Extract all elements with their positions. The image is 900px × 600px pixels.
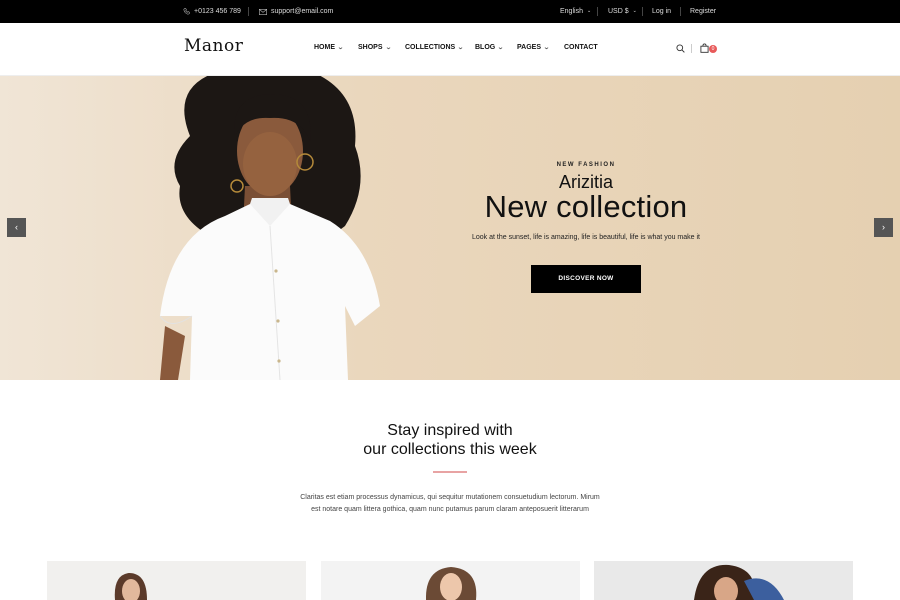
collection-image [321,561,580,600]
search-icon[interactable] [674,42,686,54]
site-logo[interactable]: Manor [184,36,243,56]
login-link[interactable]: Log in [652,0,671,23]
hero-title: New collection [484,189,688,224]
language-label: English [560,8,583,15]
register-link[interactable]: Register [690,0,716,23]
chevron-down-icon: ⌄ [457,45,464,51]
hero-slider: ‹ › NEW FASHION Arizitia New collection … [0,76,900,380]
hero-model-image [159,76,380,380]
chevron-down-icon: ⌄ [497,45,505,51]
section-title: Stay inspired with our collections this … [0,421,900,459]
collection-card[interactable] [47,561,306,600]
phone-number[interactable]: +0123 456 789 [194,0,241,23]
language-selector[interactable]: English ⌄ [560,0,591,23]
currency-selector[interactable]: USD $ ⌄ [608,0,637,23]
email-address[interactable]: support@email.com [271,0,333,23]
nav-home[interactable]: HOME ⌄ [314,44,344,51]
discover-now-button[interactable]: DISCOVER NOW [531,265,641,293]
cart-count-badge: 0 [709,45,717,53]
collection-card[interactable] [594,561,853,600]
hero-description: Look at the sunset, life is amazing, lif… [471,234,700,241]
collection-image [594,561,853,600]
top-bar: +0123 456 789 support@email.com English … [0,0,900,23]
main-header: Manor HOME ⌄ SHOPS ⌄ COLLECTIONS ⌄ BLOG … [0,23,900,76]
phone-icon [183,8,190,15]
nav-shops-label: SHOPS [358,44,383,51]
nav-contact-label: CONTACT [564,44,598,51]
mail-icon [259,8,267,15]
nav-blog[interactable]: BLOG ⌄ [475,44,505,51]
nav-home-label: HOME [314,44,335,51]
nav-pages-label: PAGES [517,44,541,51]
chevron-down-icon: ⌄ [337,45,344,51]
hero-eyebrow: NEW FASHION [556,162,616,168]
section-title-line1: Stay inspired with [387,422,513,439]
currency-label: USD $ [608,8,629,15]
section-divider [433,471,467,473]
chevron-down-icon: ⌄ [384,45,392,51]
nav-contact[interactable]: CONTACT [564,44,598,51]
collection-image [47,561,306,600]
chevron-down-icon: ⌄ [543,45,550,51]
nav-collections-label: COLLECTIONS [405,44,456,51]
nav-shops[interactable]: SHOPS ⌄ [358,44,391,51]
chevron-down-icon: ⌄ [586,8,592,14]
collection-card[interactable] [321,561,580,600]
section-description: Claritas est etiam processus dynamicus, … [300,494,600,513]
section-title-line2: our collections this week [363,441,537,458]
nav-blog-label: BLOG [475,44,496,51]
nav-collections[interactable]: COLLECTIONS ⌄ [405,44,464,51]
email-contact: support@email.com [259,0,333,23]
chevron-down-icon: ⌄ [632,8,637,14]
nav-pages[interactable]: PAGES ⌄ [517,44,550,51]
phone-contact: +0123 456 789 [183,0,241,23]
